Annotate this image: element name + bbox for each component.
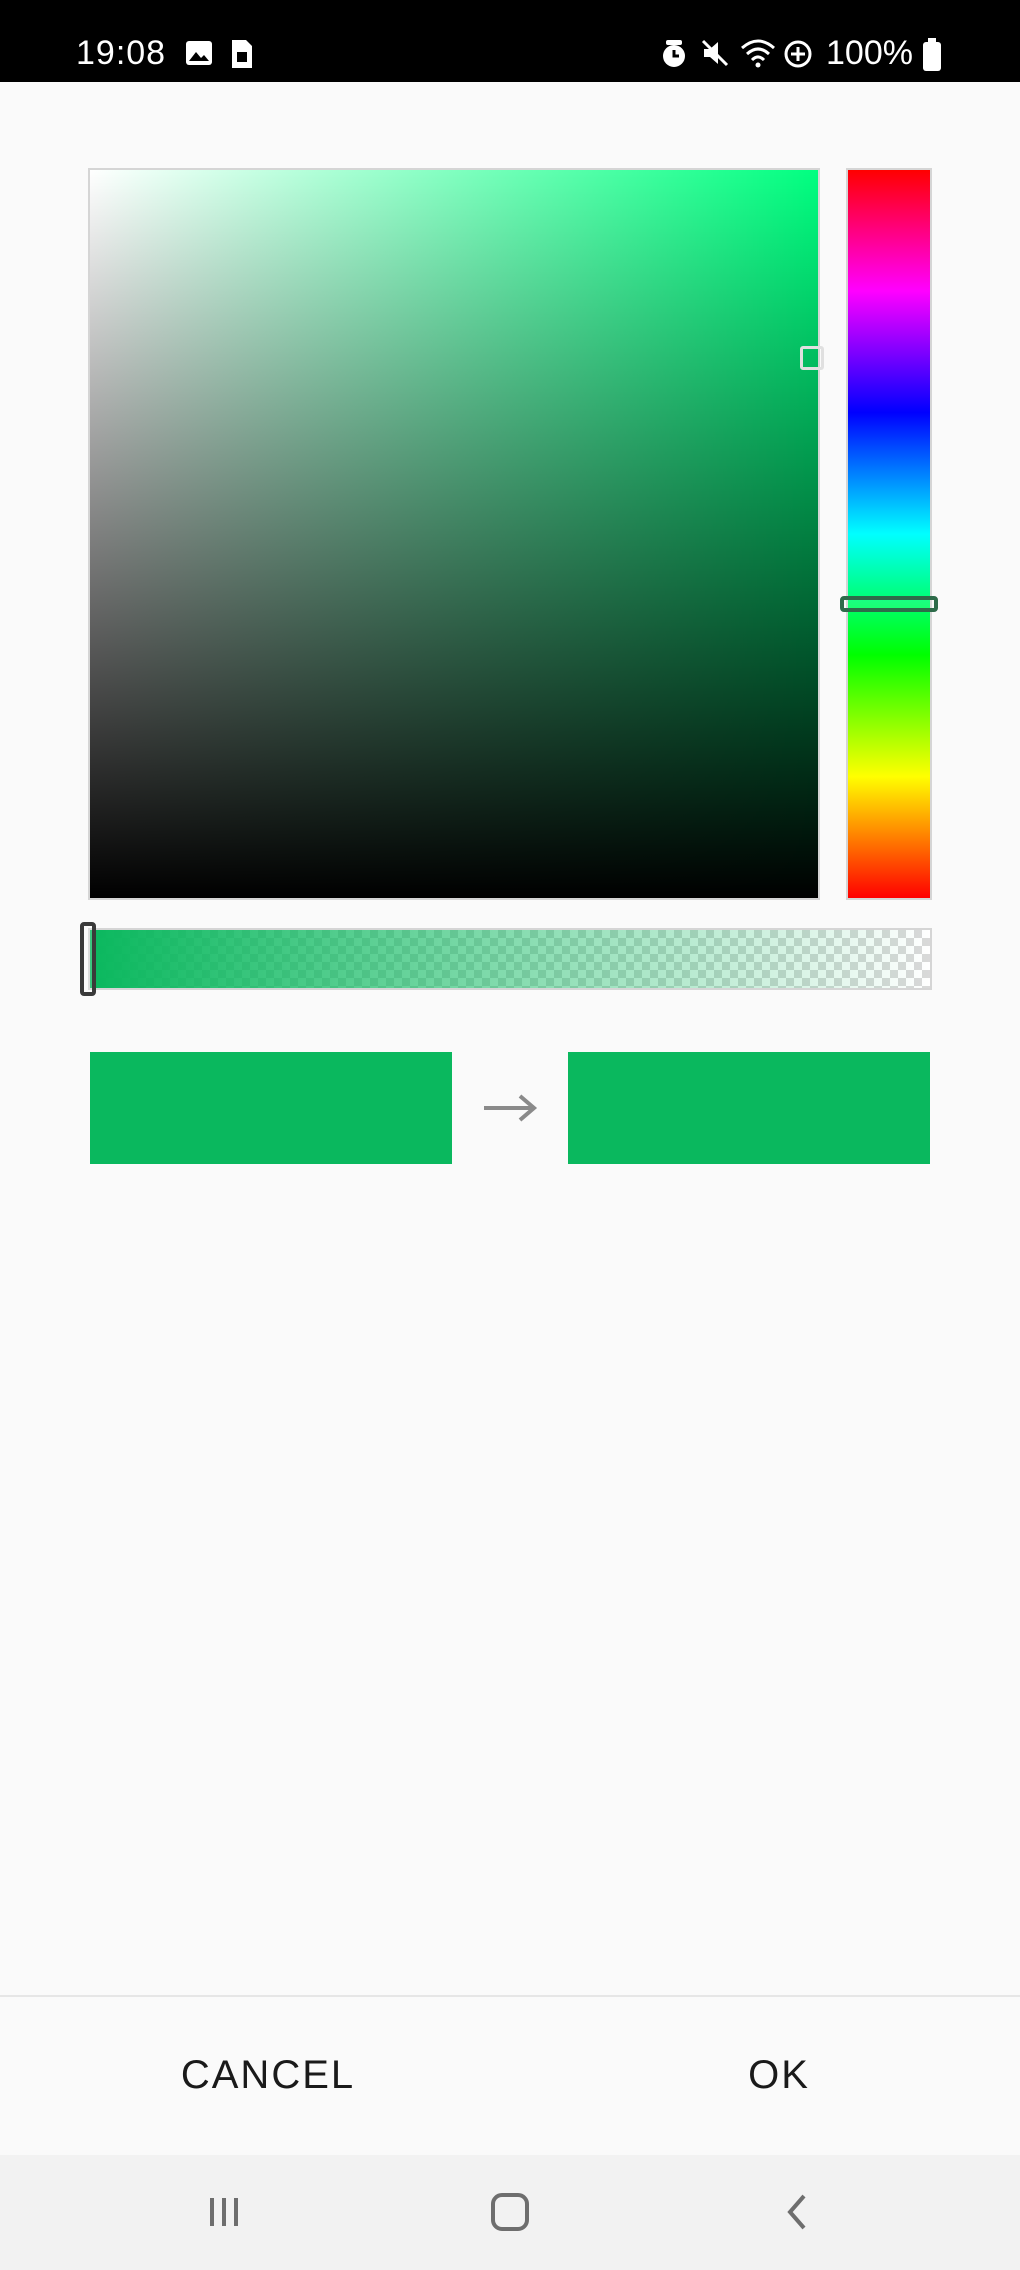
wifi-icon [741, 39, 775, 68]
battery-icon [923, 38, 941, 71]
alpha-slider-handle[interactable] [80, 922, 96, 996]
arrow-right-icon [484, 1094, 538, 1122]
alarm-icon [663, 40, 685, 67]
new-color-swatch [568, 1052, 930, 1164]
status-time: 19:08 [76, 34, 167, 72]
battery-percent: 100% [826, 34, 913, 72]
gallery-icon [186, 41, 212, 65]
alpha-gradient [90, 930, 930, 988]
saturation-value-picker[interactable] [90, 170, 818, 898]
alpha-slider[interactable] [90, 930, 930, 988]
hue-slider[interactable] [848, 170, 930, 898]
button-divider [0, 1995, 1020, 1997]
mute-icon [701, 39, 729, 67]
previous-color-swatch [90, 1052, 452, 1164]
cancel-button[interactable]: CANCEL [150, 2030, 386, 2120]
data-saver-icon [784, 40, 812, 68]
hue-slider-handle[interactable] [840, 596, 938, 612]
back-icon[interactable] [774, 2188, 822, 2236]
ok-button[interactable]: OK [716, 2030, 842, 2120]
recents-icon[interactable] [200, 2188, 248, 2236]
sim-icon [232, 40, 252, 68]
status-bar: 19:08 100% [0, 0, 1020, 82]
home-icon[interactable] [486, 2188, 534, 2236]
saturation-value-cursor[interactable] [800, 346, 824, 370]
